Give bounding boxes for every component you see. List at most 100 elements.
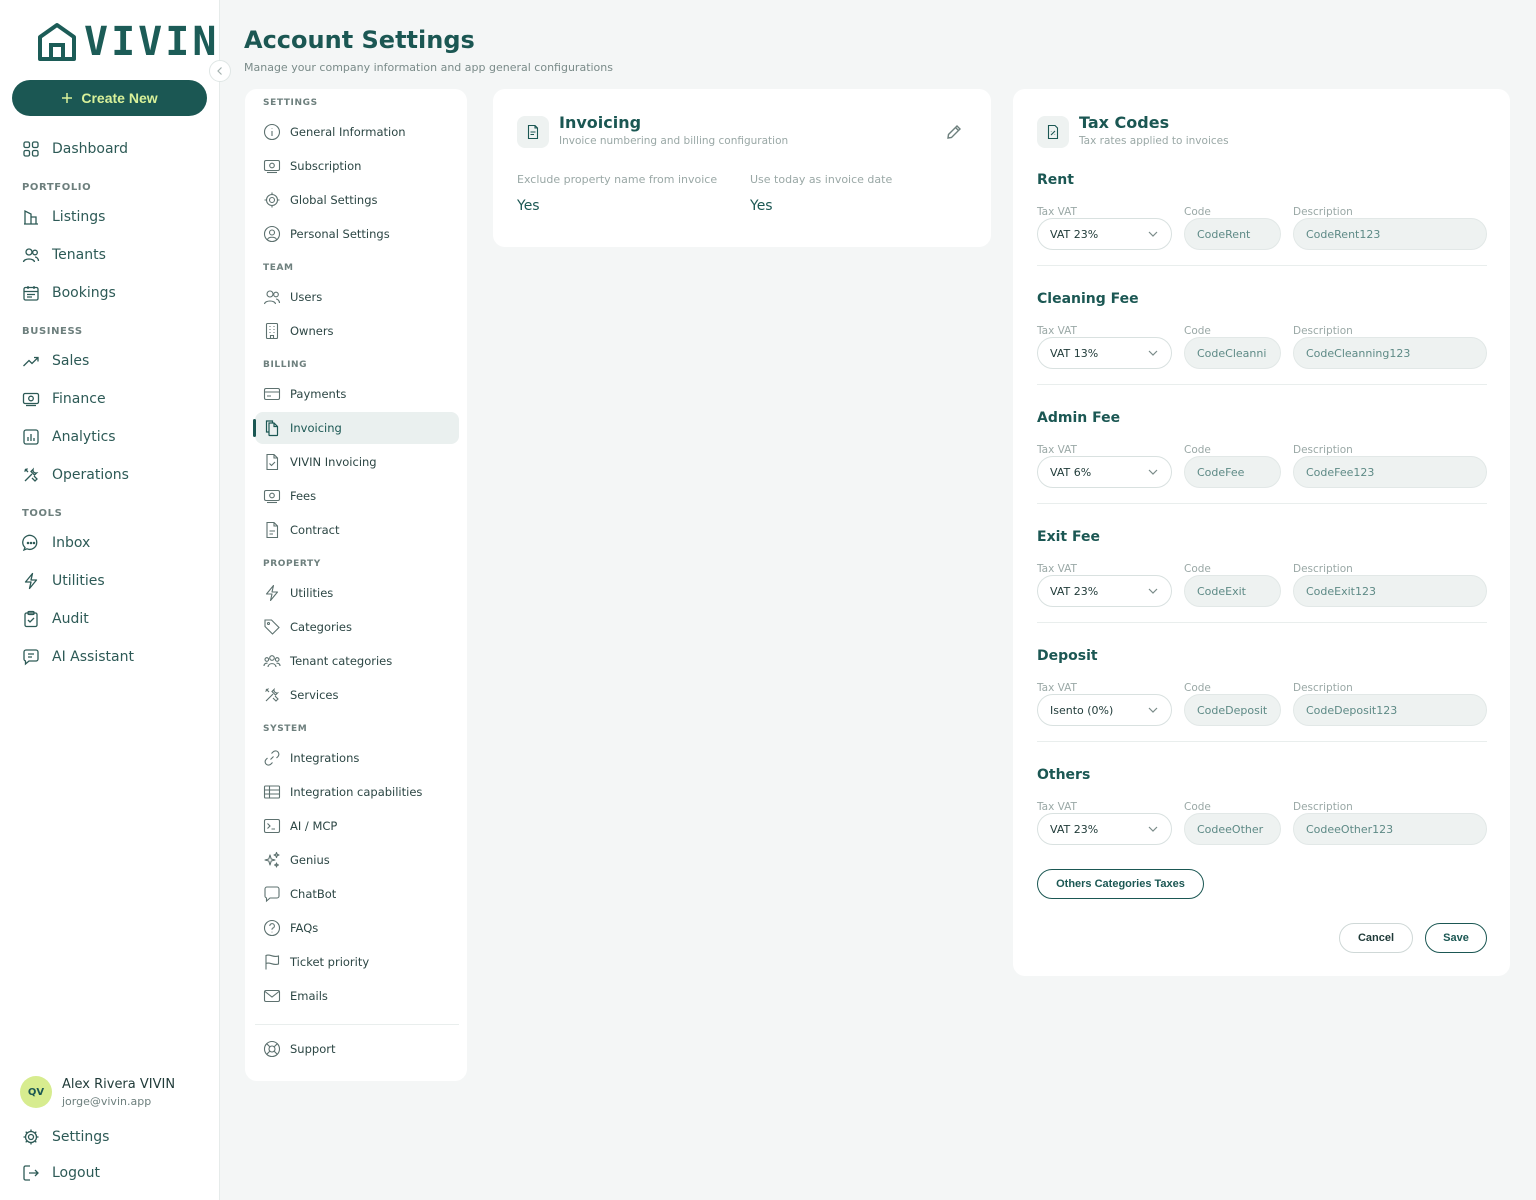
description-field[interactable]: CodeCleanning123: [1293, 337, 1487, 369]
settings-item-label: Tenant categories: [290, 654, 393, 668]
invoicing-title: Invoicing: [559, 113, 642, 132]
settings-item-contract[interactable]: Contract: [255, 514, 459, 546]
page-subtitle: Manage your company information and app …: [244, 61, 613, 74]
settings-item-vivin-invoicing[interactable]: VIVIN Invoicing: [255, 446, 459, 478]
settings-item-genius[interactable]: Genius: [255, 844, 459, 876]
nav-item-settings[interactable]: Settings: [12, 1120, 208, 1154]
settings-group-system: SYSTEM: [263, 724, 308, 734]
users-icon: [263, 290, 281, 305]
code-field[interactable]: CodeCleanni: [1184, 337, 1281, 369]
tax-vat-select[interactable]: VAT 23%: [1037, 218, 1172, 250]
code-field[interactable]: CodeFee: [1184, 456, 1281, 488]
create-new-button[interactable]: Create New: [12, 80, 207, 116]
settings-item-users[interactable]: Users: [255, 281, 459, 313]
info-icon: [263, 123, 281, 141]
settings-item-fees[interactable]: Fees: [255, 480, 459, 512]
settings-item-subscription[interactable]: Subscription: [255, 150, 459, 182]
nav-group-business: BUSINESS: [22, 326, 83, 337]
tax-vat-select[interactable]: Isento (0%): [1037, 694, 1172, 726]
vivin-logo[interactable]: VIVIN: [36, 20, 219, 64]
nav-item-sales[interactable]: Sales: [12, 344, 208, 378]
nav-item-dashboard[interactable]: Dashboard: [12, 132, 208, 166]
settings-item-support[interactable]: Support: [255, 1033, 459, 1065]
others-categories-taxes-button[interactable]: Others Categories Taxes: [1037, 869, 1204, 899]
settings-item-ticket-priority[interactable]: Ticket priority: [255, 946, 459, 978]
settings-item-chatbot[interactable]: ChatBot: [255, 878, 459, 910]
nav-item-bookings[interactable]: Bookings: [12, 276, 208, 310]
nav-item-finance[interactable]: Finance: [12, 382, 208, 416]
file-text-icon: [266, 521, 279, 539]
settings-item-label: ChatBot: [290, 887, 337, 901]
settings-item-label: Ticket priority: [290, 955, 370, 969]
tax-vat-select[interactable]: VAT 13%: [1037, 337, 1172, 369]
tax-vat-label: Tax VAT: [1037, 325, 1077, 337]
chevron-left-icon: [217, 67, 222, 75]
description-field[interactable]: CodeExit123: [1293, 575, 1487, 607]
settings-item-label: Subscription: [290, 159, 362, 173]
code-field[interactable]: CodeeOther: [1184, 813, 1281, 845]
code-label: Code: [1184, 444, 1211, 456]
nav-item-ai-assistant[interactable]: AI Assistant: [12, 640, 208, 674]
tax-vat-value: VAT 23%: [1050, 822, 1099, 836]
settings-item-integration-capabilities[interactable]: Integration capabilities: [255, 776, 459, 808]
description-field[interactable]: CodeRent123: [1293, 218, 1487, 250]
tax-vat-select[interactable]: VAT 23%: [1037, 813, 1172, 845]
settings-item-faqs[interactable]: FAQs: [255, 912, 459, 944]
settings-item-ai-mcp[interactable]: AI / MCP: [255, 810, 459, 842]
nav-item-analytics[interactable]: Analytics: [12, 420, 208, 454]
nav-item-operations[interactable]: Operations: [12, 458, 208, 492]
cancel-button[interactable]: Cancel: [1339, 923, 1413, 953]
settings-item-payments[interactable]: Payments: [255, 378, 459, 410]
save-button[interactable]: Save: [1425, 923, 1487, 953]
banknote-icon: [22, 392, 40, 407]
settings-item-label: Utilities: [290, 586, 334, 600]
settings-item-integrations[interactable]: Integrations: [255, 742, 459, 774]
settings-item-general-information[interactable]: General Information: [255, 116, 459, 148]
user-profile[interactable]: QV Alex Rivera VIVIN jorge@vivin.app: [20, 1076, 175, 1108]
code-field[interactable]: CodeRent: [1184, 218, 1281, 250]
nav-item-inbox[interactable]: Inbox: [12, 526, 208, 560]
settings-item-categories[interactable]: Categories: [255, 611, 459, 643]
nav-item-audit[interactable]: Audit: [12, 602, 208, 636]
nav-item-logout[interactable]: Logout: [12, 1156, 208, 1190]
tax-vat-select[interactable]: VAT 23%: [1037, 575, 1172, 607]
settings-item-personal-settings[interactable]: Personal Settings: [255, 218, 459, 250]
settings-item-tenant-categories[interactable]: Tenant categories: [255, 645, 459, 677]
tax-section-admin-fee: Admin Fee Tax VAT Code Description VAT 6…: [1037, 410, 1487, 529]
code-field[interactable]: CodeDeposit: [1184, 694, 1281, 726]
exclude-property-label: Exclude property name from invoice: [517, 173, 718, 186]
settings-item-global-settings[interactable]: Global Settings: [255, 184, 459, 216]
code-label: Code: [1184, 325, 1211, 337]
settings-item-utilities[interactable]: Utilities: [255, 577, 459, 609]
description-field[interactable]: CodeeOther123: [1293, 813, 1487, 845]
settings-item-emails[interactable]: Emails: [255, 980, 459, 1012]
settings-item-invoicing[interactable]: Invoicing: [253, 412, 459, 444]
nav-item-tenants[interactable]: Tenants: [12, 238, 208, 272]
settings-item-label: Users: [290, 290, 323, 304]
edit-pencil-icon[interactable]: [945, 123, 963, 141]
lifebuoy-icon: [263, 1040, 281, 1058]
documents-icon: [265, 420, 279, 437]
code-label: Code: [1184, 682, 1211, 694]
nav-item-utilities[interactable]: Utilities: [12, 564, 208, 598]
nav-item-listings[interactable]: Listings: [12, 200, 208, 234]
settings-item-services[interactable]: Services: [255, 679, 459, 711]
description-label: Description: [1293, 444, 1353, 456]
settings-item-owners[interactable]: Owners: [255, 315, 459, 347]
gear-icon: [23, 1129, 39, 1145]
message-square-icon: [264, 886, 280, 903]
collapse-sidebar-button[interactable]: [209, 60, 231, 82]
tax-section-exit-fee: Exit Fee Tax VAT Code Description VAT 23…: [1037, 529, 1487, 648]
banknote-icon: [263, 159, 281, 174]
tax-vat-value: VAT 23%: [1050, 227, 1099, 241]
tax-section-title: Rent: [1037, 172, 1074, 188]
tax-vat-label: Tax VAT: [1037, 801, 1077, 813]
section-divider: [1037, 384, 1487, 385]
description-field[interactable]: CodeDeposit123: [1293, 694, 1487, 726]
description-field[interactable]: CodeFee123: [1293, 456, 1487, 488]
users-icon: [22, 248, 40, 263]
settings-item-label: FAQs: [290, 921, 319, 935]
code-field[interactable]: CodeExit: [1184, 575, 1281, 607]
settings-item-label: VIVIN Invoicing: [290, 455, 377, 469]
tax-vat-select[interactable]: VAT 6%: [1037, 456, 1172, 488]
